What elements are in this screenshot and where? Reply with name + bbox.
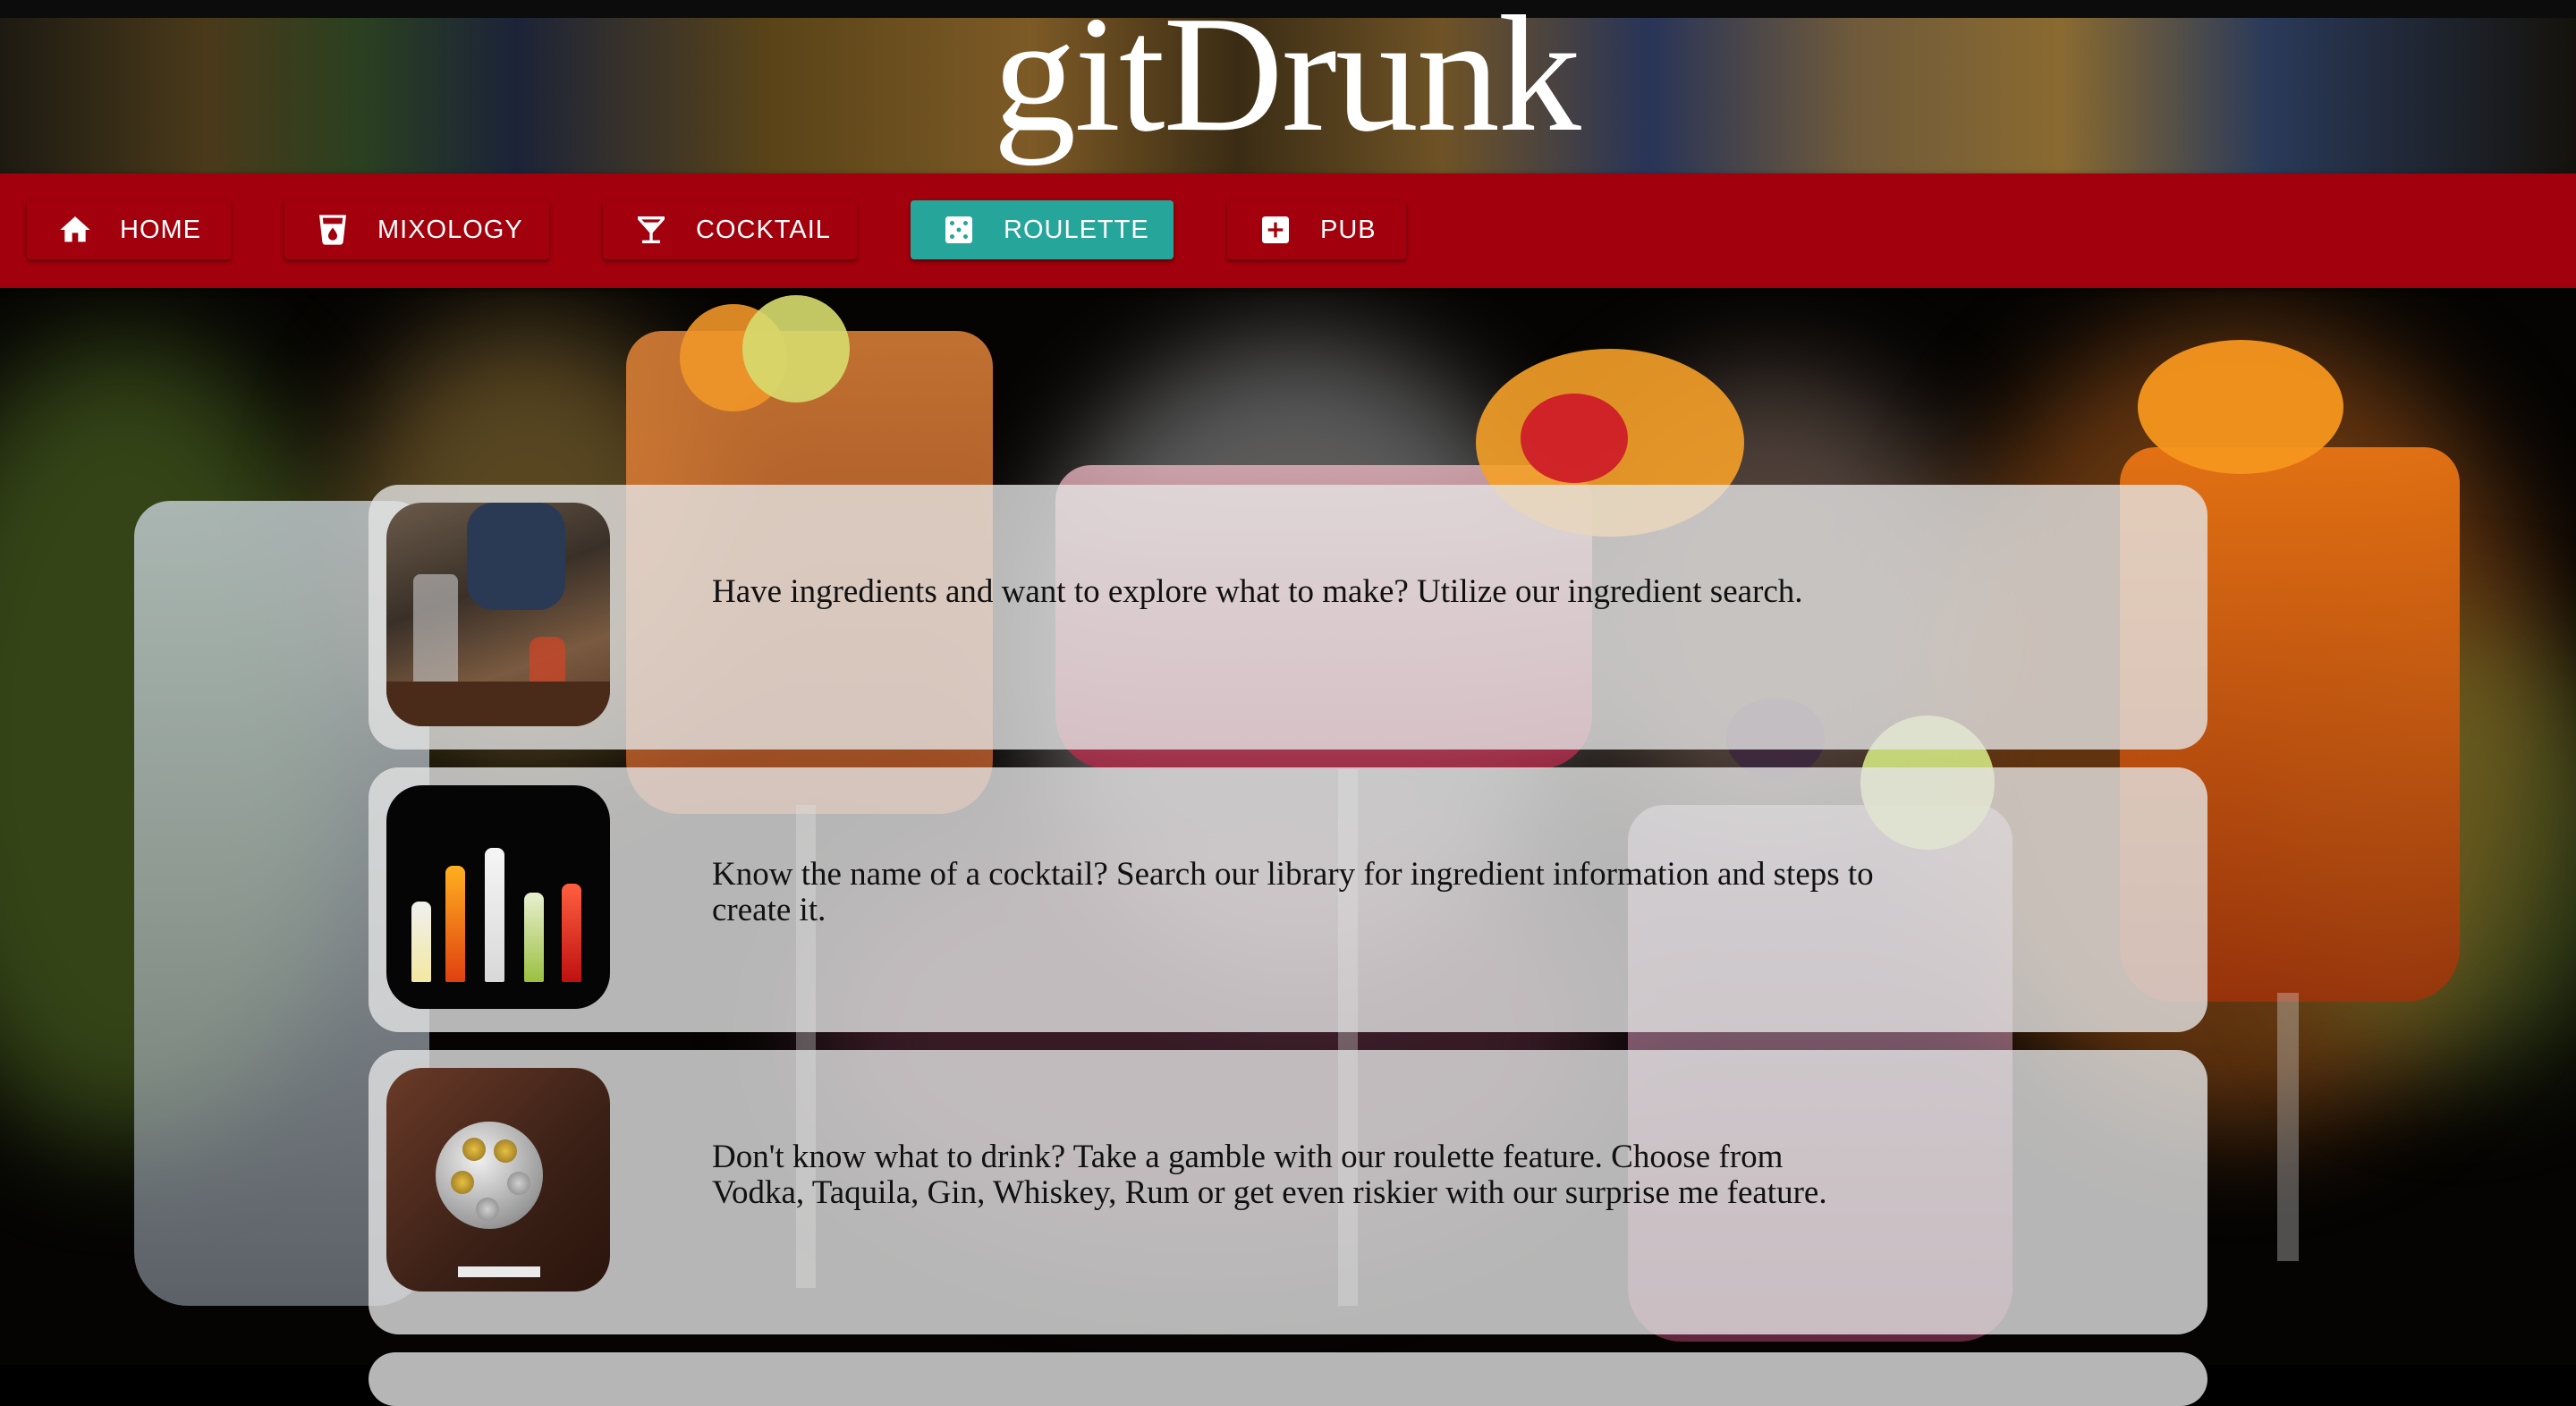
- nav-button-pub[interactable]: PUB: [1227, 200, 1406, 259]
- feature-card-roulette[interactable]: Don't know what to drink? Take a gamble …: [369, 1050, 2207, 1334]
- feature-card-cocktail-search[interactable]: Know the name of a cocktail? Search our …: [369, 767, 2207, 1032]
- card-description: Don't know what to drink? Take a gamble …: [712, 1139, 1827, 1211]
- home-icon: [57, 212, 93, 248]
- dice-icon: [941, 212, 977, 248]
- card-description: Have ingredients and want to explore wha…: [712, 573, 1803, 610]
- card-description: Know the name of a cocktail? Search our …: [712, 856, 1874, 928]
- nav-label-pub: PUB: [1320, 215, 1377, 244]
- nav-label-home: HOME: [120, 215, 201, 244]
- bartender-image: [386, 503, 610, 726]
- site-title: gitDrunk: [0, 0, 2576, 174]
- nav-label-roulette: ROULETTE: [1004, 215, 1149, 244]
- feature-card-ingredient-search[interactable]: Have ingredients and want to explore wha…: [369, 485, 2207, 750]
- cocktail-glasses-image: [386, 785, 610, 1009]
- nav-button-roulette[interactable]: ROULETTE: [911, 200, 1174, 259]
- shot-roulette-image: [386, 1068, 610, 1292]
- nav-button-home[interactable]: HOME: [27, 200, 231, 259]
- plus-box-icon: [1258, 212, 1293, 248]
- nav-button-mixology[interactable]: MIXOLOGY: [284, 200, 549, 259]
- cup-icon: [315, 212, 351, 248]
- nav-label-cocktail: COCKTAIL: [696, 215, 831, 244]
- feature-card-partial[interactable]: [369, 1352, 2207, 1406]
- martini-icon: [633, 212, 669, 248]
- site-title-text: gitDrunk: [993, 0, 1581, 166]
- nav-button-cocktail[interactable]: COCKTAIL: [603, 200, 857, 259]
- nav-label-mixology: MIXOLOGY: [377, 215, 523, 244]
- main-navbar: HOME MIXOLOGY COCKTAIL ROULETTE PUB: [0, 174, 2576, 288]
